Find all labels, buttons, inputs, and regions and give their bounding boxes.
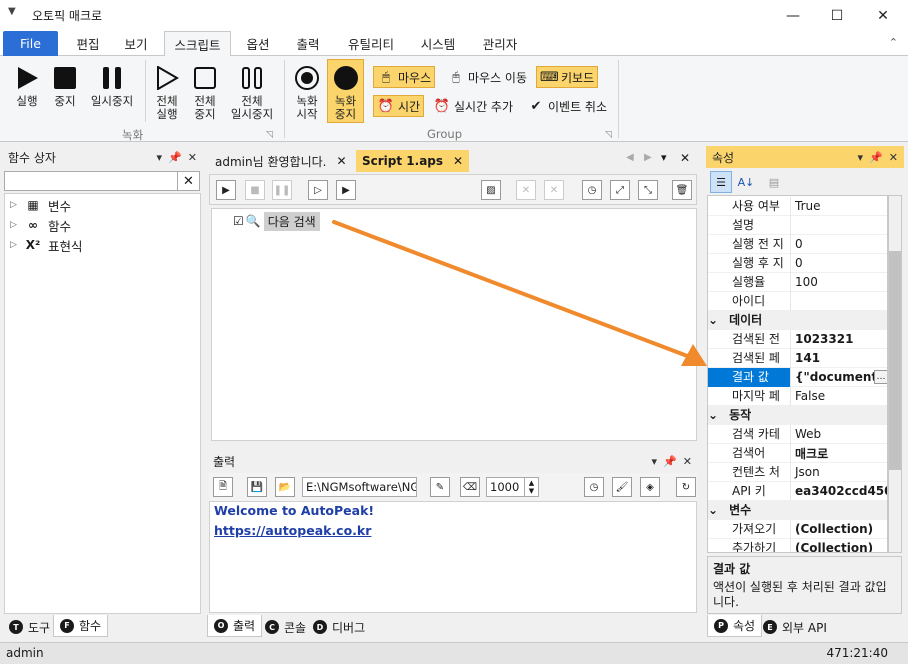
status-bar: admin 471:21:40: [0, 642, 908, 664]
annotation-arrow: [332, 220, 707, 366]
status-time: 471:21:40: [826, 646, 888, 660]
status-user: admin: [6, 646, 44, 660]
arrow-line: [332, 220, 692, 359]
